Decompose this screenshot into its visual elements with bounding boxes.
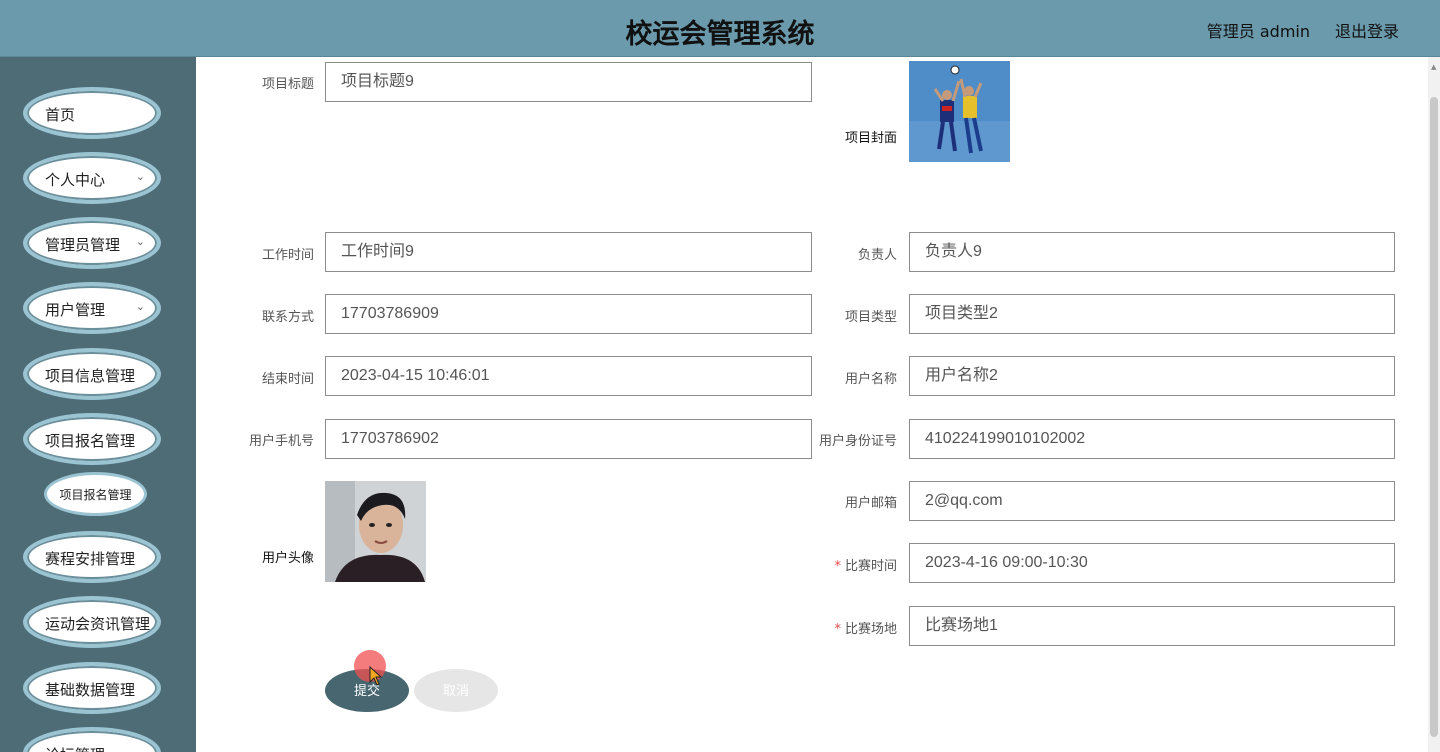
cover-label: 项目封面 — [844, 131, 897, 146]
main-content — [196, 57, 1428, 752]
sidebar-item-project-info[interactable]: 项目信息管理 — [23, 348, 161, 400]
user-avatar-image[interactable] — [325, 481, 426, 582]
sidebar-item-personal-center[interactable]: 个人中心 ⌄ — [23, 152, 161, 204]
top-header: 校运会管理系统 管理员 admin 退出登录 — [0, 0, 1440, 57]
sidebar-item-label: 项目报名管理 — [45, 432, 136, 450]
end-time-input[interactable]: 2023-04-15 10:46:01 — [325, 356, 812, 396]
project-title-label: 项目标题 — [261, 77, 314, 92]
sidebar-item-forum[interactable]: 论坛管理 ⌄ — [23, 727, 161, 752]
required-mark: * — [834, 622, 841, 637]
chevron-down-icon: ⌄ — [135, 745, 145, 752]
sidebar: 首页 个人中心 ⌄ 管理员管理 ⌄ 用户管理 ⌄ 项目信息管理 项目报名管理 项… — [0, 57, 196, 752]
sidebar-item-sports-news[interactable]: 运动会资讯管理 — [23, 596, 161, 648]
match-time-input[interactable]: 2023-4-16 09:00-10:30 — [909, 543, 1395, 583]
chevron-down-icon: ⌄ — [135, 170, 145, 183]
project-title-input[interactable]: 项目标题9 — [325, 62, 812, 102]
contact-input[interactable]: 17703786909 — [325, 294, 812, 334]
contact-label: 联系方式 — [261, 310, 314, 325]
scrollbar-thumb[interactable] — [1430, 97, 1438, 737]
chevron-down-icon: ⌄ — [135, 300, 145, 313]
project-type-label: 项目类型 — [844, 310, 897, 325]
sidebar-item-project-registration[interactable]: 项目报名管理 — [23, 413, 161, 465]
match-venue-input[interactable]: 比赛场地1 — [909, 606, 1395, 646]
logout-link[interactable]: 退出登录 — [1335, 18, 1399, 42]
match-venue-label: * 比赛场地 — [800, 618, 897, 637]
chevron-down-icon: ⌄ — [135, 235, 145, 248]
sidebar-item-label: 运动会资讯管理 — [45, 615, 151, 633]
user-phone-input[interactable]: 17703786902 — [325, 419, 812, 459]
sidebar-item-base-data[interactable]: 基础数据管理 — [23, 662, 161, 714]
sidebar-item-admin-management[interactable]: 管理员管理 ⌄ — [23, 217, 161, 269]
work-time-input[interactable]: 工作时间9 — [325, 232, 812, 272]
manager-label: 负责人 — [857, 248, 897, 263]
match-venue-label-text: 比赛场地 — [844, 622, 897, 637]
submenu-item-project-registration[interactable]: 项目报名管理 — [44, 472, 147, 516]
user-name-label: 用户名称 — [844, 372, 897, 387]
sidebar-item-label: 基础数据管理 — [45, 681, 136, 699]
sidebar-item-label: 首页 — [45, 106, 76, 124]
match-time-label: * 比赛时间 — [800, 555, 897, 574]
required-mark: * — [834, 559, 841, 574]
sidebar-item-home[interactable]: 首页 — [23, 87, 161, 139]
project-cover-image[interactable] — [909, 61, 1010, 162]
user-id-card-label: 用户身份证号 — [818, 434, 897, 449]
work-time-label: 工作时间 — [261, 248, 314, 263]
sidebar-item-schedule[interactable]: 赛程安排管理 — [23, 531, 161, 583]
sidebar-item-label: 赛程安排管理 — [45, 550, 136, 568]
project-type-input[interactable]: 项目类型2 — [909, 294, 1395, 334]
sidebar-item-user-management[interactable]: 用户管理 ⌄ — [23, 282, 161, 334]
user-id-card-input[interactable]: 410224199010102002 — [909, 419, 1395, 459]
scroll-up-icon[interactable]: ▲ — [1431, 63, 1436, 71]
sidebar-item-label: 项目信息管理 — [45, 367, 136, 385]
manager-input[interactable]: 负责人9 — [909, 232, 1395, 272]
user-email-label: 用户邮箱 — [844, 496, 897, 511]
user-name-input[interactable]: 用户名称2 — [909, 356, 1395, 396]
mouse-cursor-icon — [369, 666, 383, 686]
submenu-item-label: 项目报名管理 — [59, 488, 132, 502]
current-user: 管理员 admin — [1206, 22, 1310, 41]
vertical-scrollbar[interactable]: ▲ — [1428, 57, 1440, 752]
cancel-button[interactable]: 取消 — [414, 669, 498, 712]
user-email-input[interactable]: 2@qq.com — [909, 481, 1395, 521]
avatar-label: 用户头像 — [261, 551, 314, 566]
user-phone-label: 用户手机号 — [248, 434, 314, 449]
end-time-label: 结束时间 — [261, 372, 314, 387]
match-time-label-text: 比赛时间 — [844, 559, 897, 574]
